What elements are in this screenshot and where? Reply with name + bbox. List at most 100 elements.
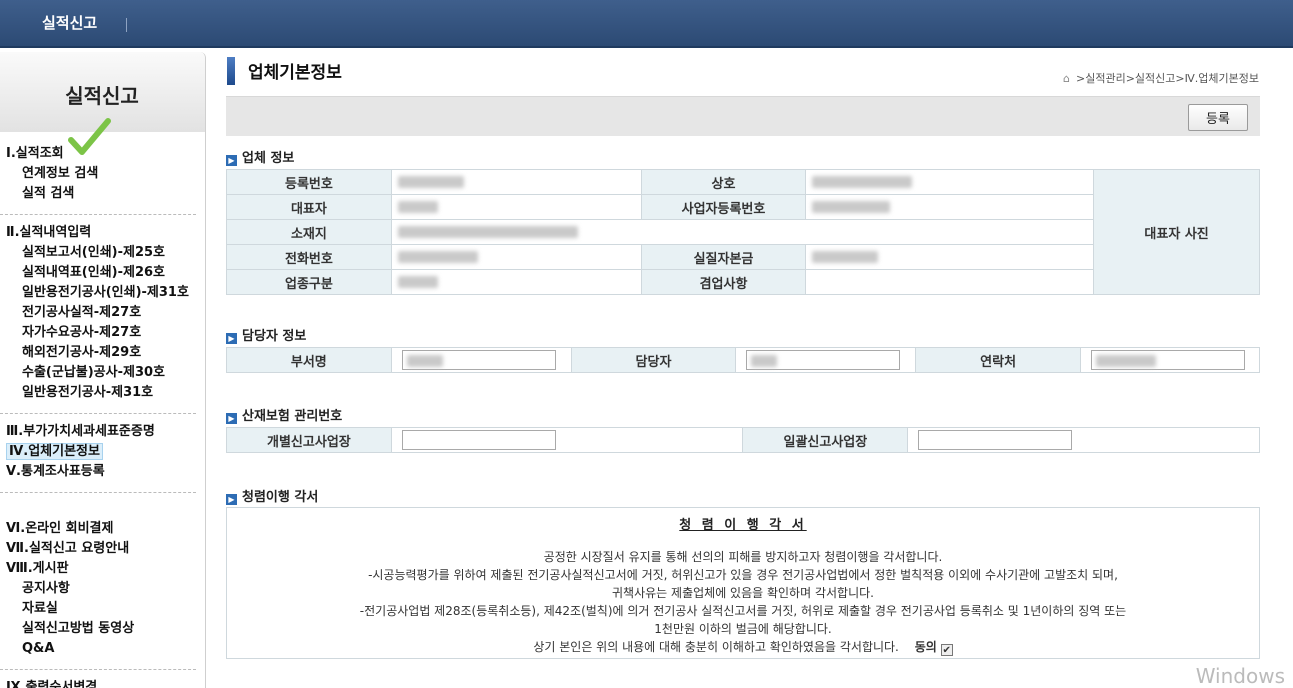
menu-notice[interactable]: 공지사항 bbox=[4, 579, 204, 599]
breadcrumb: ⌂ >실적관리>실적신고>Ⅳ.업체기본정보 bbox=[1063, 70, 1259, 86]
menu-divider bbox=[0, 413, 196, 414]
menu-report-25[interactable]: 실적보고서(인쇄)-제25호 bbox=[4, 243, 204, 263]
capital-value bbox=[805, 244, 1095, 270]
ceo-value bbox=[390, 194, 642, 220]
top-bar: 실적신고 bbox=[0, 0, 1293, 48]
pledge-line: 1천만원 이하의 벌금에 해당합니다. bbox=[654, 622, 832, 636]
menu-archive[interactable]: 자료실 bbox=[4, 599, 204, 619]
menu-board[interactable]: Ⅷ.게시판 bbox=[4, 559, 204, 579]
person-input[interactable] bbox=[746, 350, 901, 370]
section-bullet-icon: ▶ bbox=[226, 413, 237, 424]
menu-online-payment[interactable]: Ⅵ.온라인 회비결제 bbox=[4, 519, 204, 539]
contact-label: 연락처 bbox=[915, 347, 1081, 373]
sidebar-menu: Ⅰ.실적조회 연계정보 검색 실적 검색 Ⅱ.실적내역입력 실적보고서(인쇄)-… bbox=[0, 144, 204, 688]
menu-self-demand-27[interactable]: 자가수요공사-제27호 bbox=[4, 323, 204, 343]
menu-export-30[interactable]: 수출(군납불)공사-제30호 bbox=[4, 363, 204, 383]
individual-site-cell bbox=[390, 427, 744, 453]
insurance-section-title: ▶ 산재보험 관리번호 bbox=[226, 405, 342, 424]
phone-label: 전화번호 bbox=[226, 244, 392, 270]
agree-label: 동의 bbox=[914, 640, 937, 654]
menu-company-info-label: Ⅳ.업체기본정보 bbox=[6, 443, 103, 460]
register-button[interactable]: 등록 bbox=[1188, 104, 1248, 131]
bulk-site-label: 일괄신고사업장 bbox=[742, 427, 909, 453]
biz-no-label: 사업자등록번호 bbox=[640, 194, 807, 220]
page-title: 업체기본정보 bbox=[228, 58, 342, 83]
agree-checkbox[interactable]: ✔ bbox=[940, 644, 953, 656]
menu-detail-26[interactable]: 실적내역표(인쇄)-제26호 bbox=[4, 263, 204, 283]
company-section-title-text: 업체 정보 bbox=[242, 151, 295, 166]
pledge-line: 공정한 시장질서 유지를 통해 선의의 피해를 방지하고자 청렴이행을 각서합니… bbox=[543, 550, 943, 564]
insurance-table: 개별신고사업장 일괄신고사업장 bbox=[226, 427, 1260, 453]
page-title-text: 업체기본정보 bbox=[248, 63, 342, 83]
dept-input[interactable] bbox=[401, 350, 556, 370]
dept-cell bbox=[390, 347, 572, 373]
bulk-site-cell bbox=[907, 427, 1260, 453]
menu-general-print-31[interactable]: 일반용전기공사(인쇄)-제31호 bbox=[4, 283, 204, 303]
company-info-table: 등록번호 상호 대표자 사진 대표자 사업자등록번호 소재지 전화번호 실질자본… bbox=[226, 169, 1260, 295]
company-section-title: ▶ 업체 정보 bbox=[226, 147, 294, 166]
ceo-photo-label: 대표자 사진 bbox=[1093, 169, 1260, 295]
address-label: 소재지 bbox=[226, 219, 392, 245]
menu-group-2: Ⅱ.실적내역입력 실적보고서(인쇄)-제25호 실적내역표(인쇄)-제26호 일… bbox=[0, 223, 204, 403]
individual-site-input[interactable] bbox=[401, 430, 556, 450]
contact-input[interactable] bbox=[1090, 350, 1245, 370]
pledge-line: -시공능력평가를 위하여 제출된 전기공사실적신고서에 거짓, 허위신고가 있을… bbox=[368, 568, 1118, 582]
menu-divider bbox=[0, 214, 196, 215]
address-value bbox=[390, 219, 1095, 245]
section-bullet-icon: ▶ bbox=[226, 333, 237, 344]
menu-linked-info-search[interactable]: 연계정보 검색 bbox=[4, 164, 204, 184]
menu-print-order[interactable]: Ⅸ.출력순서변경 bbox=[4, 678, 204, 688]
pledge-section-title: ▶ 청렴이행 각서 bbox=[226, 486, 318, 505]
menu-divider bbox=[0, 492, 196, 493]
reg-no-label: 등록번호 bbox=[226, 169, 392, 195]
menu-performance-search[interactable]: 실적 검색 bbox=[4, 184, 204, 204]
phone-value bbox=[390, 244, 642, 270]
dept-label: 부서명 bbox=[226, 347, 392, 373]
breadcrumb-path: >실적관리>실적신고>Ⅳ.업체기본정보 bbox=[1076, 72, 1259, 85]
menu-divider bbox=[0, 669, 196, 670]
menu-general-31[interactable]: 일반용전기공사-제31호 bbox=[4, 383, 204, 403]
menu-video-guide[interactable]: 실적신고방법 동영상 bbox=[4, 619, 204, 639]
pledge-line: 귀책사유는 제출업체에 있음을 확인하며 각서합니다. bbox=[612, 586, 874, 600]
sidebar-title: 실적신고 bbox=[65, 84, 139, 108]
pledge-line: -전기공사업법 제28조(등록취소등), 제42조(벌칙)에 의거 전기공사 실… bbox=[359, 604, 1127, 618]
person-cell bbox=[735, 347, 917, 373]
pledge-closing: 상기 본인은 위의 내용에 대해 충분히 이해하고 확인하였음을 각서합니다. bbox=[533, 640, 899, 654]
menu-overseas-29[interactable]: 해외전기공사-제29호 bbox=[4, 343, 204, 363]
insurance-section-title-text: 산재보험 관리번호 bbox=[242, 409, 343, 424]
person-label: 담당자 bbox=[570, 347, 737, 373]
contact-cell bbox=[1079, 347, 1261, 373]
menu-performance-inquiry[interactable]: Ⅰ.실적조회 bbox=[4, 144, 204, 164]
menu-performance-entry[interactable]: Ⅱ.실적내역입력 bbox=[4, 223, 204, 243]
menu-company-info[interactable]: Ⅳ.업체기본정보 bbox=[4, 442, 204, 462]
company-name-value bbox=[805, 169, 1095, 195]
business-type-label: 업종구분 bbox=[226, 269, 392, 295]
business-type-value bbox=[390, 269, 642, 295]
bulk-site-input[interactable] bbox=[918, 430, 1073, 450]
menu-guide[interactable]: Ⅶ.실적신고 요령안내 bbox=[4, 539, 204, 559]
pledge-box: 청 렴 이 행 각 서 공정한 시장질서 유지를 통해 선의의 피해를 방지하고… bbox=[226, 507, 1260, 659]
pledge-heading: 청 렴 이 행 각 서 bbox=[679, 518, 807, 533]
section-bullet-icon: ▶ bbox=[226, 494, 237, 505]
action-toolbar: 등록 bbox=[226, 96, 1260, 136]
ceo-label: 대표자 bbox=[226, 194, 392, 220]
windows-watermark: Windows bbox=[1195, 664, 1285, 688]
pledge-text: 공정한 시장질서 유지를 통해 선의의 피해를 방지하고자 청렴이행을 각서합니… bbox=[227, 548, 1259, 656]
menu-qna[interactable]: Q&A bbox=[4, 639, 204, 659]
menu-vat-certificate[interactable]: Ⅲ.부가가치세과세표준증명 bbox=[4, 422, 204, 442]
title-separator bbox=[126, 18, 127, 32]
reg-no-value bbox=[390, 169, 642, 195]
app-title[interactable]: 실적신고 bbox=[42, 12, 97, 33]
home-icon[interactable]: ⌂ bbox=[1063, 72, 1070, 85]
section-bullet-icon: ▶ bbox=[226, 155, 237, 166]
menu-electrical-27[interactable]: 전기공사실적-제27호 bbox=[4, 303, 204, 323]
menu-group-5: Ⅸ.출력순서변경 bbox=[0, 678, 204, 688]
capital-label: 실질자본금 bbox=[640, 244, 807, 270]
menu-statistics-register[interactable]: Ⅴ.통계조사표등록 bbox=[4, 462, 204, 482]
manager-section-title-text: 담당자 정보 bbox=[242, 329, 307, 344]
manager-info-table: 부서명 담당자 연락처 bbox=[226, 347, 1261, 373]
individual-site-label: 개별신고사업장 bbox=[226, 427, 392, 453]
pledge-section-title-text: 청렴이행 각서 bbox=[242, 490, 319, 505]
side-business-value bbox=[805, 269, 1095, 295]
pledge-closing-row: 상기 본인은 위의 내용에 대해 충분히 이해하고 확인하였음을 각서합니다. … bbox=[227, 638, 1259, 656]
